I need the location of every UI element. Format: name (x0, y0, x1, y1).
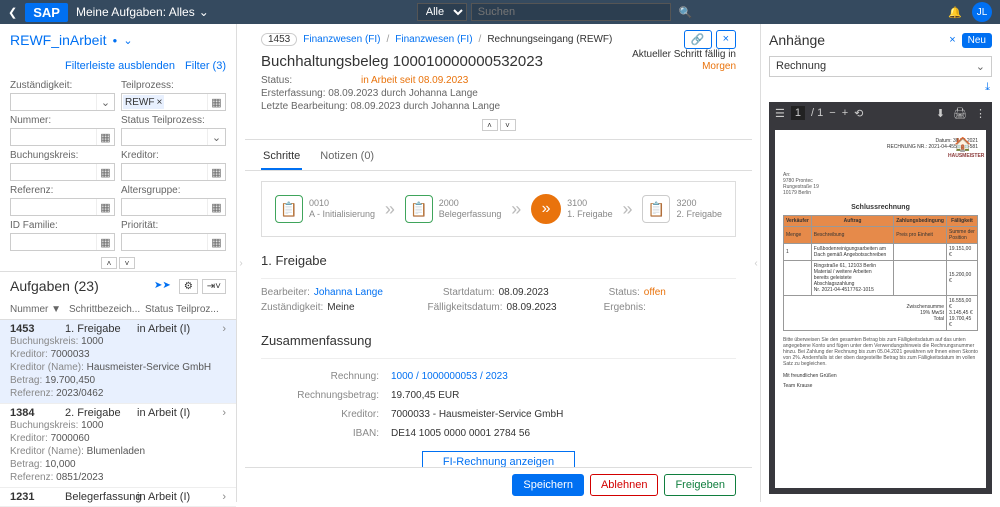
zoom-reset-icon[interactable]: ⟲ (854, 107, 863, 120)
search-input[interactable] (471, 3, 671, 21)
splitter[interactable]: ‹ (752, 24, 760, 502)
remove-token-icon[interactable]: × (156, 97, 162, 108)
link-icon[interactable]: 🔗 (684, 30, 712, 49)
bc-current: Rechnungseingang (REWF) (487, 34, 612, 45)
chevron-right-icon: › (222, 491, 226, 503)
avatar[interactable]: JL (972, 2, 992, 22)
step-done-icon: 📋 (275, 195, 303, 223)
process-flow: 📋0010A - Initialisierung » 📋2000Belegerf… (261, 181, 736, 237)
chevron-down-icon: ⌄ (199, 5, 209, 19)
collapse-down-icon[interactable]: ˅ (500, 119, 516, 131)
first-entry: Ersterfassung: 08.09.2023 durch Johanna … (261, 87, 736, 100)
last-edit: Letzte Bearbeitung: 08.09.2023 durch Joh… (261, 100, 736, 113)
collapse-up-icon[interactable]: ˄ (482, 119, 498, 131)
left-panel: REWF_inArbeit ● ⌄ Filterleiste ausblende… (0, 24, 237, 502)
reject-button[interactable]: Ablehnen (590, 474, 659, 496)
invoice-link[interactable]: 1000 / 1000000053 / 2023 (391, 371, 736, 382)
sap-logo: SAP (25, 3, 68, 22)
prioritaet-input[interactable]: ▦ (121, 233, 226, 251)
search-scope-select[interactable]: Alle (417, 3, 467, 21)
teilprozess-input[interactable]: REWF×▦ (121, 93, 226, 111)
step-future-icon: 📋 (642, 195, 670, 223)
tab-notizen[interactable]: Notizen (0) (318, 144, 376, 170)
attachments-title: Anhänge (769, 32, 825, 48)
pdf-viewer: ☰ 1 / 1 − + ⟲ ⬇ 🖨 ⋮ 🏠HAUSMEISTER Datum: … (769, 102, 992, 494)
more-icon[interactable]: ⋮ (975, 107, 986, 120)
filter-count-link[interactable]: Filter (3) (185, 60, 226, 72)
id-badge: 1453 (261, 33, 297, 46)
collapse-down-icon[interactable]: ˅ (119, 257, 135, 269)
buchungskreis-input[interactable]: ▦ (10, 163, 115, 181)
export-button[interactable]: ⇥˅ (202, 279, 226, 294)
hide-filters-link[interactable]: Filterleiste ausblenden (65, 60, 175, 72)
chevron-down-icon[interactable]: ⌄ (123, 34, 132, 47)
download-icon[interactable]: ⤓ (769, 77, 992, 98)
back-icon[interactable]: ❮ (8, 6, 17, 19)
step-done-icon: 📋 (405, 195, 433, 223)
forward-button[interactable]: ➤➤ (150, 279, 175, 294)
col-nummer[interactable]: Nummer ▼ (10, 304, 65, 315)
due-label: Aktueller Schritt fällig in (632, 49, 736, 61)
col-status[interactable]: Status Teilproz... (145, 304, 226, 315)
chevron-right-icon: › (222, 323, 226, 335)
col-step[interactable]: Schrittbezeich... (69, 304, 141, 315)
tasks-heading: Aufgaben (23) (10, 278, 99, 294)
bell-icon[interactable]: 🔔 (948, 6, 962, 19)
filter-token: REWF× (123, 95, 164, 109)
section-summary: Zusammenfassung (261, 327, 736, 359)
attachment-type-select[interactable]: Rechnung⌄ (769, 56, 992, 77)
attachments-panel: Anhänge × Neu Rechnung⌄ ⤓ ☰ 1 / 1 − + ⟲ … (760, 24, 1000, 502)
splitter[interactable]: › (237, 24, 245, 502)
task-row[interactable]: 13842. Freigabein Arbeit (I)›Buchungskre… (0, 404, 236, 488)
gear-icon[interactable]: ⚙ (179, 279, 198, 294)
show-fi-invoice-button[interactable]: FI-Rechnung anzeigen (422, 451, 575, 467)
referenz-input[interactable]: ▦ (10, 198, 115, 216)
print-icon[interactable]: 🖨 (953, 107, 967, 120)
status-teilprozess-input[interactable]: ⌄ (121, 128, 226, 146)
bc-link[interactable]: Finanzwesen (FI) (303, 34, 380, 45)
zustaendigkeit-input[interactable]: ⌄ (10, 93, 115, 111)
center-panel: 1453 Finanzwesen (FI)/ Finanzwesen (FI)/… (245, 24, 752, 502)
close-icon[interactable]: × (716, 30, 736, 49)
download-icon[interactable]: ⬇ (936, 107, 945, 120)
task-row[interactable]: 1231Belegerfassungin Arbeit (I)› (0, 488, 236, 507)
zoom-in-icon[interactable]: + (842, 107, 848, 119)
modified-indicator: ● (112, 36, 117, 45)
page-input[interactable]: 1 (791, 106, 805, 120)
document-preview: 🏠HAUSMEISTER Datum: 30.03.2021RECHNUNG N… (775, 130, 986, 488)
due-value: Morgen (632, 61, 736, 73)
variant-title[interactable]: REWF_inArbeit (10, 32, 106, 48)
altersgruppe-input[interactable]: ▦ (121, 198, 226, 216)
collapse-up-icon[interactable]: ˄ (101, 257, 117, 269)
sidebar-icon[interactable]: ☰ (775, 107, 785, 120)
page-title-top[interactable]: Meine Aufgaben: Alles ⌄ (76, 5, 209, 19)
step-current-icon: » (531, 194, 561, 224)
save-button[interactable]: Speichern (512, 474, 584, 496)
kreditor-input[interactable]: ▦ (121, 163, 226, 181)
chevron-down-icon: ⌄ (976, 60, 985, 73)
id-familie-input[interactable]: ▦ (10, 233, 115, 251)
approve-button[interactable]: Freigeben (664, 474, 736, 496)
close-icon[interactable]: × (949, 34, 955, 46)
section-freigabe: 1. Freigabe (261, 247, 736, 279)
nummer-input[interactable]: ▦ (10, 128, 115, 146)
bc-link[interactable]: Finanzwesen (FI) (395, 34, 472, 45)
tab-schritte[interactable]: Schritte (261, 144, 302, 170)
task-row[interactable]: 14531. Freigabein Arbeit (I)›Buchungskre… (0, 320, 236, 404)
zoom-out-icon[interactable]: − (829, 107, 835, 119)
new-button[interactable]: Neu (962, 33, 992, 48)
search-icon[interactable]: 🔍 (675, 6, 697, 19)
editor-link[interactable]: Johanna Lange (314, 287, 383, 298)
breadcrumb: 1453 Finanzwesen (FI)/ Finanzwesen (FI)/… (261, 30, 736, 49)
chevron-right-icon: › (222, 407, 226, 419)
top-bar: ❮ SAP Meine Aufgaben: Alles ⌄ Alle 🔍 🔔 J… (0, 0, 1000, 24)
status-value: in Arbeit seit 08.09.2023 (361, 75, 468, 86)
